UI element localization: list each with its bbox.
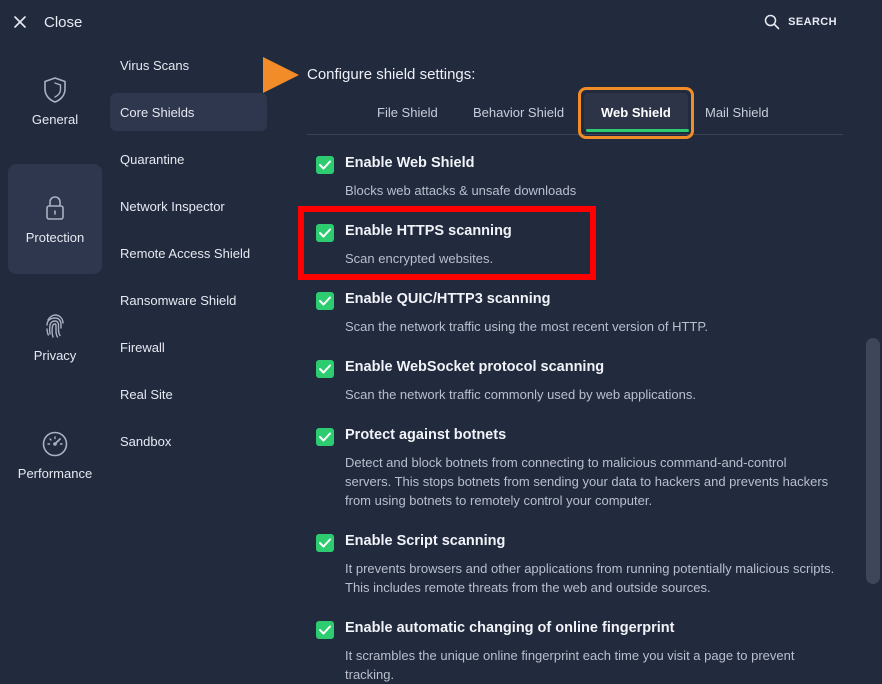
setting-title: Enable QUIC/HTTP3 scanning: [345, 291, 551, 307]
subnav-firewall[interactable]: Firewall: [110, 328, 267, 366]
subnav-sandbox[interactable]: Sandbox: [110, 422, 267, 460]
top-bar: Close SEARCH: [0, 0, 882, 46]
checkmark-icon: [319, 296, 331, 306]
close-icon: [14, 16, 26, 28]
close-label: Close: [44, 13, 83, 31]
setting-description: Blocks web attacks & unsafe downloads: [345, 183, 577, 198]
subnav-real-site[interactable]: Real Site: [110, 375, 267, 413]
checkbox-script-scanning[interactable]: [316, 534, 334, 552]
setting-description: It prevents browsers and other applicati…: [345, 561, 835, 595]
checkbox-online-fingerprint[interactable]: [316, 621, 334, 639]
annotation-arrow-icon: [263, 57, 299, 93]
checkmark-icon: [319, 432, 331, 442]
speedometer-icon: [42, 431, 68, 456]
nav-general-label: General: [31, 111, 79, 127]
checkbox-websocket-scanning[interactable]: [316, 360, 334, 378]
page-title: Configure shield settings:: [307, 66, 476, 83]
checkmark-icon: [319, 625, 331, 635]
setting-title: Protect against botnets: [345, 427, 507, 443]
tab-file-shield[interactable]: File Shield: [377, 105, 438, 120]
setting-description: Scan the network traffic using the most …: [345, 319, 708, 334]
subnav-network-inspector[interactable]: Network Inspector: [110, 187, 267, 225]
shield-icon: [44, 76, 66, 103]
setting-description: Scan the network traffic commonly used b…: [345, 387, 696, 402]
subnav-virus-scans[interactable]: Virus Scans: [110, 46, 267, 84]
setting-title: Enable automatic changing of online fing…: [345, 620, 675, 636]
scrollbar-thumb[interactable]: [866, 338, 880, 584]
fingerprint-icon: [46, 313, 64, 338]
close-button[interactable]: Close: [12, 10, 82, 34]
subnav-remote-access-shield[interactable]: Remote Access Shield: [110, 234, 267, 272]
tab-behavior-shield[interactable]: Behavior Shield: [473, 105, 564, 120]
checkbox-botnets[interactable]: [316, 428, 334, 446]
checkmark-icon: [319, 364, 331, 374]
checkmark-icon: [319, 538, 331, 548]
annotation-highlight-box: [298, 206, 596, 280]
setting-title: Enable WebSocket protocol scanning: [345, 359, 605, 375]
subnav-quarantine[interactable]: Quarantine: [110, 140, 267, 178]
nav-general[interactable]: General: [8, 46, 102, 156]
nav-privacy-label: Privacy: [33, 347, 77, 363]
nav-protection-label: Protection: [25, 229, 85, 245]
tab-mail-shield[interactable]: Mail Shield: [705, 105, 769, 120]
subnav-ransomware-shield[interactable]: Ransomware Shield: [110, 281, 267, 319]
search-button[interactable]: SEARCH: [764, 14, 837, 30]
setting-description: Detect and block botnets from connecting…: [345, 455, 829, 508]
annotation-tab-highlight: [578, 87, 694, 139]
checkbox-web-shield[interactable]: [316, 156, 334, 174]
checkmark-icon: [319, 160, 331, 170]
setting-description: It scrambles the unique online fingerpri…: [345, 648, 795, 682]
search-icon: [764, 14, 780, 30]
setting-title: Enable Web Shield: [345, 155, 475, 171]
nav-privacy[interactable]: Privacy: [8, 282, 102, 392]
checkbox-quic-scanning[interactable]: [316, 292, 334, 310]
nav-protection[interactable]: Protection: [8, 164, 102, 274]
subnav-core-shields[interactable]: Core Shields: [110, 93, 267, 131]
setting-title: Enable Script scanning: [345, 533, 506, 549]
nav-performance-label: Performance: [17, 465, 93, 481]
shield-tabs: File Shield Behavior Shield Web Shield M…: [307, 92, 843, 135]
lock-icon: [46, 195, 64, 220]
search-label: SEARCH: [788, 16, 837, 28]
nav-performance[interactable]: Performance: [8, 400, 102, 510]
